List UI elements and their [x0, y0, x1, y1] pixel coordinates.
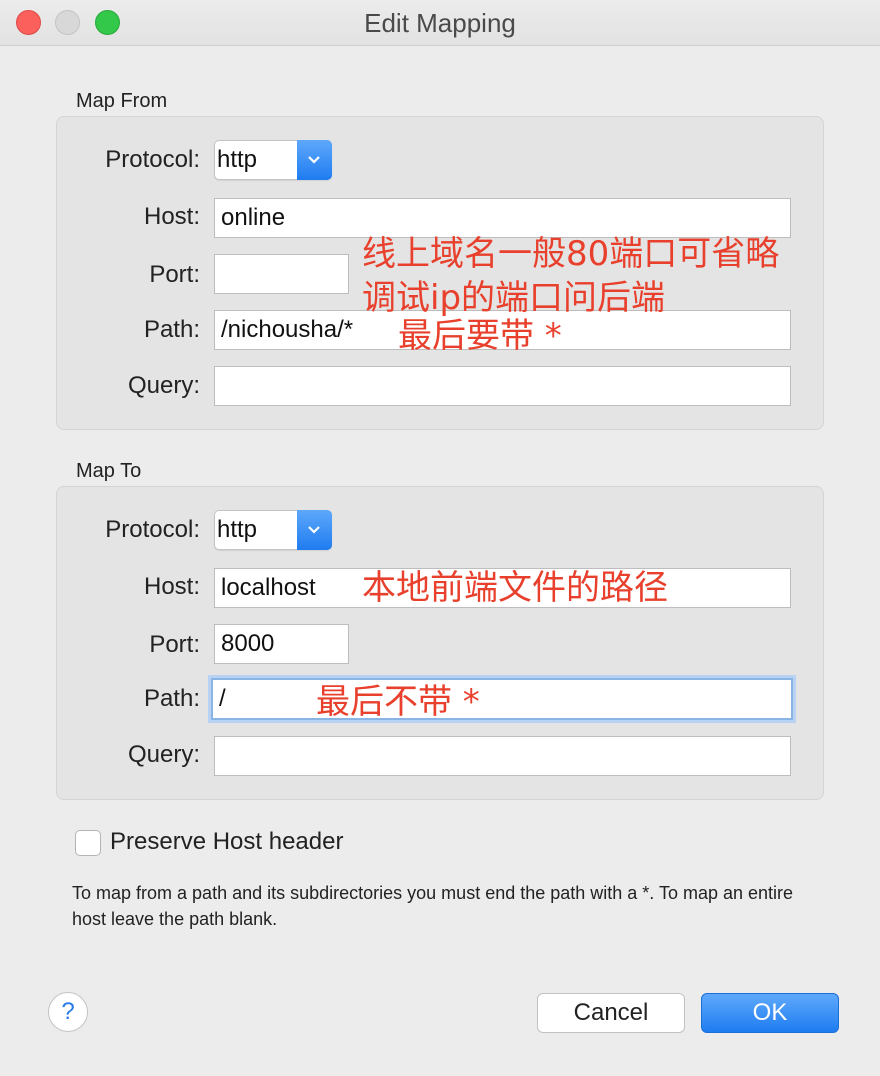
to-query-input[interactable]: [214, 736, 791, 776]
cancel-button[interactable]: Cancel: [537, 993, 685, 1033]
annotation-to-path: 最后不带 *: [316, 682, 480, 722]
from-query-input[interactable]: [214, 366, 791, 406]
ok-button[interactable]: OK: [701, 993, 839, 1033]
from-port-label: Port:: [149, 261, 200, 288]
from-protocol-value: http: [217, 146, 258, 173]
to-port-input[interactable]: [214, 624, 349, 664]
preserve-host-checkbox[interactable]: [75, 830, 101, 856]
to-protocol-label: Protocol:: [105, 516, 200, 543]
to-path-input[interactable]: [211, 678, 793, 720]
to-host-label: Host:: [143, 573, 200, 600]
chevron-down-icon: [297, 140, 332, 180]
chevron-down-icon: [297, 510, 332, 550]
annotation-from-path: 最后要带 *: [398, 316, 562, 356]
from-path-label: Path:: [143, 316, 200, 343]
title-bar: Edit Mapping: [0, 0, 880, 46]
help-button[interactable]: ?: [48, 992, 88, 1032]
help-text: To map from a path and its subdirectorie…: [72, 883, 794, 929]
window-title: Edit Mapping: [364, 8, 516, 38]
annotation-from-host-1: 线上域名一般80端口可省略: [362, 234, 780, 274]
to-port-label: Port:: [149, 631, 200, 658]
to-query-label: Query:: [127, 741, 200, 768]
to-protocol-value: http: [217, 516, 258, 543]
from-port-input[interactable]: [214, 254, 349, 294]
to-protocol-select[interactable]: http: [214, 510, 332, 550]
preserve-host-label[interactable]: Preserve Host header: [110, 828, 343, 856]
annotation-to-host: 本地前端文件的路径: [362, 568, 668, 608]
from-protocol-select[interactable]: http: [214, 140, 332, 180]
map-from-heading: Map From: [76, 90, 168, 112]
to-path-label: Path:: [143, 685, 200, 712]
map-to-heading: Map To: [76, 460, 142, 482]
from-protocol-label: Protocol:: [105, 146, 200, 173]
from-query-label: Query:: [127, 372, 200, 399]
from-host-label: Host:: [143, 203, 200, 230]
